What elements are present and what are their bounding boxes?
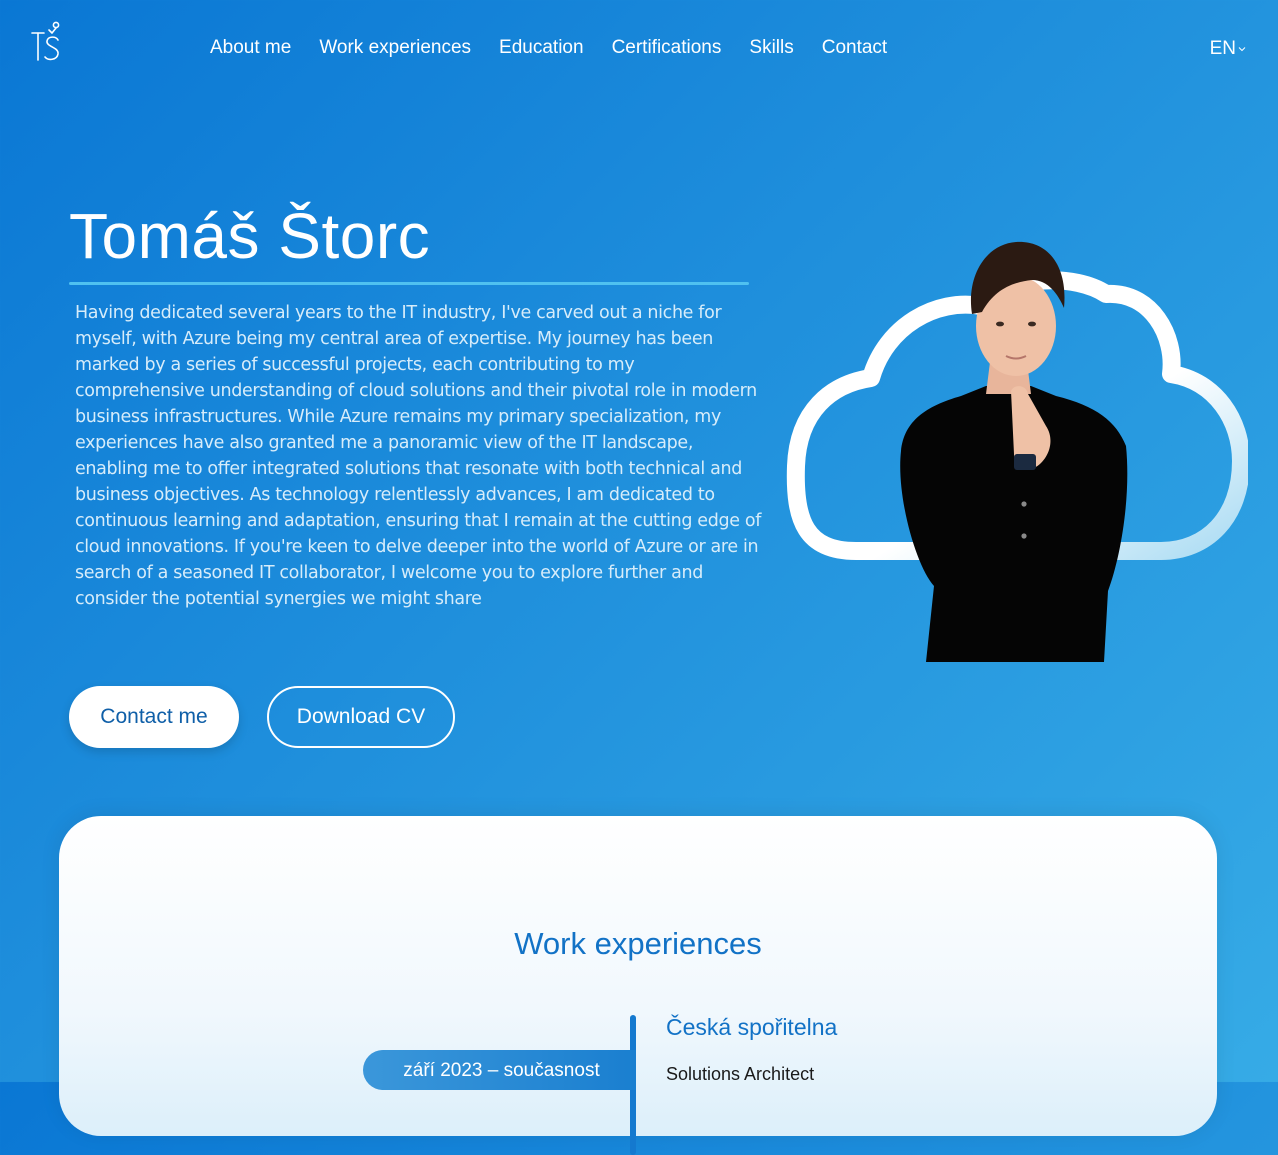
site-logo[interactable] [30, 20, 64, 68]
timeline-date-badge: září 2023 – současnost [363, 1050, 636, 1090]
hero-name: Tomáš Štorc [69, 200, 431, 272]
hero-bio: Having dedicated several years to the IT… [75, 303, 762, 609]
language-selector[interactable]: EN [1210, 35, 1246, 63]
chevron-down-icon [1238, 47, 1246, 52]
work-experiences-section: Work experiences září 2023 – současnost … [59, 816, 1217, 1155]
language-label: EN [1209, 38, 1236, 59]
nav-item-skills[interactable]: Skills [735, 34, 807, 62]
job-company: Česká spořitelna [666, 1014, 838, 1040]
hero-underline [69, 282, 749, 285]
nav-item-work-experiences[interactable]: Work experiences [305, 34, 485, 62]
nav-item-education[interactable]: Education [485, 34, 598, 62]
contact-me-button[interactable]: Contact me [69, 686, 239, 748]
main-navigation: About me Work experiences Education Cert… [196, 34, 901, 62]
hero-portrait-graphic [786, 236, 1250, 662]
section-title: Work experiences [514, 926, 762, 961]
nav-item-about-me[interactable]: About me [196, 34, 305, 62]
nav-item-contact[interactable]: Contact [808, 34, 901, 62]
download-cv-button[interactable]: Download CV [267, 686, 455, 748]
nav-item-certifications[interactable]: Certifications [598, 34, 736, 62]
